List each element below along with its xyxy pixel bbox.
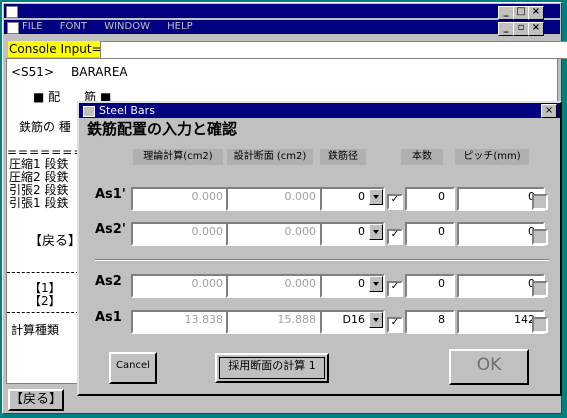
- design-field-as1p[interactable]: 0.000: [226, 187, 326, 211]
- row-label-as2: As2: [95, 274, 122, 289]
- use-checkbox-as1[interactable]: ✓: [387, 317, 403, 333]
- pitch-checkbox-as2[interactable]: [532, 281, 548, 297]
- ok-button[interactable]: OK: [449, 349, 529, 385]
- comp1-label: 圧縮1 段鉄: [9, 157, 69, 171]
- use-checkbox-as2p[interactable]: ✓: [387, 229, 403, 245]
- calc-adopted-section-button[interactable]: 採用断面の計算 1: [215, 353, 329, 383]
- dialog-close-button[interactable]: ×: [541, 104, 557, 118]
- bottom-back-button[interactable]: 【戻る】: [8, 389, 64, 411]
- use-checkbox-as1p[interactable]: ✓: [387, 194, 403, 210]
- bar-kind-label: 鉄筋の 種: [19, 120, 71, 134]
- steel-bars-dialog: Steel Bars × 鉄筋配置の入力と確認 理論計算(cm2) 設計断面 (…: [77, 101, 562, 396]
- option-2[interactable]: 【2】: [29, 294, 61, 308]
- theory-field-as1p[interactable]: 0.000: [131, 187, 233, 211]
- back-option[interactable]: 【戻る】: [29, 235, 81, 249]
- chevron-down-icon[interactable]: [369, 224, 383, 240]
- design-field-as2p[interactable]: 0.000: [226, 222, 326, 246]
- menu-window[interactable]: WINDOW: [104, 21, 150, 32]
- doc-restore-button[interactable]: ▫: [513, 22, 529, 36]
- theory-field-as2[interactable]: 0.000: [131, 274, 233, 298]
- col-count: 本数: [401, 149, 443, 165]
- row-label-as1: As1: [95, 310, 122, 325]
- pitch-checkbox-as1[interactable]: [532, 317, 548, 333]
- menu-help[interactable]: HELP: [167, 21, 192, 32]
- col-theory: 理論計算(cm2): [133, 149, 223, 165]
- col-design: 設計断面 (cm2): [227, 149, 313, 165]
- diameter-value: 0: [358, 277, 365, 290]
- dash-divider-2: [7, 312, 79, 313]
- dialog-icon: [83, 106, 95, 117]
- app-icon: [6, 6, 18, 18]
- doc-close-button[interactable]: ×: [528, 22, 544, 36]
- row-separator: [95, 259, 549, 261]
- count-field-as1[interactable]: 8: [405, 310, 455, 334]
- tens2-label: 引張2 段鉄: [9, 183, 69, 197]
- console-input-row: Console Input=: [8, 41, 567, 59]
- maximize-button[interactable]: □: [513, 6, 529, 20]
- console-command-arg: BARAREA: [71, 65, 128, 79]
- count-field-as2[interactable]: 0: [405, 274, 455, 298]
- doc-minimize-button[interactable]: _: [498, 22, 514, 36]
- chevron-down-icon[interactable]: [369, 312, 383, 328]
- diameter-select-as1p[interactable]: 0: [320, 187, 385, 211]
- calc-type-label: 計算種類: [11, 323, 60, 337]
- col-diameter: 鉄筋径: [320, 149, 366, 165]
- comp2-label: 圧縮2 段鉄: [9, 170, 69, 184]
- doc-icon: [7, 22, 19, 34]
- count-field-as1p[interactable]: 0: [405, 187, 455, 211]
- chevron-down-icon[interactable]: [369, 189, 383, 205]
- pitch-checkbox-as1p[interactable]: [532, 194, 548, 210]
- menu-file[interactable]: FILE: [22, 21, 43, 32]
- theory-field-as1[interactable]: 13.838: [131, 310, 233, 334]
- diameter-value: D16: [342, 313, 365, 326]
- dialog-heading: 鉄筋配置の入力と確認: [87, 120, 238, 138]
- chevron-down-icon[interactable]: [369, 276, 383, 292]
- console-input-field[interactable]: [100, 41, 567, 59]
- dash-divider: [7, 272, 79, 273]
- design-field-as1[interactable]: 15.888: [226, 310, 326, 334]
- use-checkbox-as2[interactable]: ✓: [387, 281, 403, 297]
- dialog-title-bar: Steel Bars ×: [79, 103, 560, 118]
- design-field-as2[interactable]: 0.000: [226, 274, 326, 298]
- menu-font[interactable]: FONT: [60, 21, 87, 32]
- app-title-bar: _ □ ×: [4, 4, 560, 20]
- row-label-as2p: As2': [95, 222, 126, 237]
- option-1[interactable]: 【1】: [29, 281, 61, 295]
- menu-bar: FILE FONT WINDOW HELP _ ▫ ×: [4, 20, 560, 36]
- diameter-value: 0: [358, 225, 365, 238]
- pitch-checkbox-as2p[interactable]: [532, 229, 548, 245]
- diameter-select-as2p[interactable]: 0: [320, 222, 385, 246]
- col-pitch: ピッチ(mm): [455, 149, 529, 165]
- diameter-select-as2[interactable]: 0: [320, 274, 385, 298]
- tens1-label: 引張1 段鉄: [9, 196, 69, 210]
- console-command: <S51>: [11, 65, 54, 79]
- row-label-as1p: As1': [95, 187, 126, 202]
- count-field-as2p[interactable]: 0: [405, 222, 455, 246]
- diameter-value: 0: [358, 190, 365, 203]
- diameter-select-as1[interactable]: D16: [320, 310, 385, 334]
- dialog-title: Steel Bars: [99, 104, 155, 117]
- cancel-button[interactable]: Cancel: [109, 352, 157, 384]
- theory-field-as2p[interactable]: 0.000: [131, 222, 233, 246]
- close-button[interactable]: ×: [528, 6, 544, 20]
- minimize-button[interactable]: _: [498, 6, 514, 20]
- console-input-label: Console Input=: [8, 41, 103, 57]
